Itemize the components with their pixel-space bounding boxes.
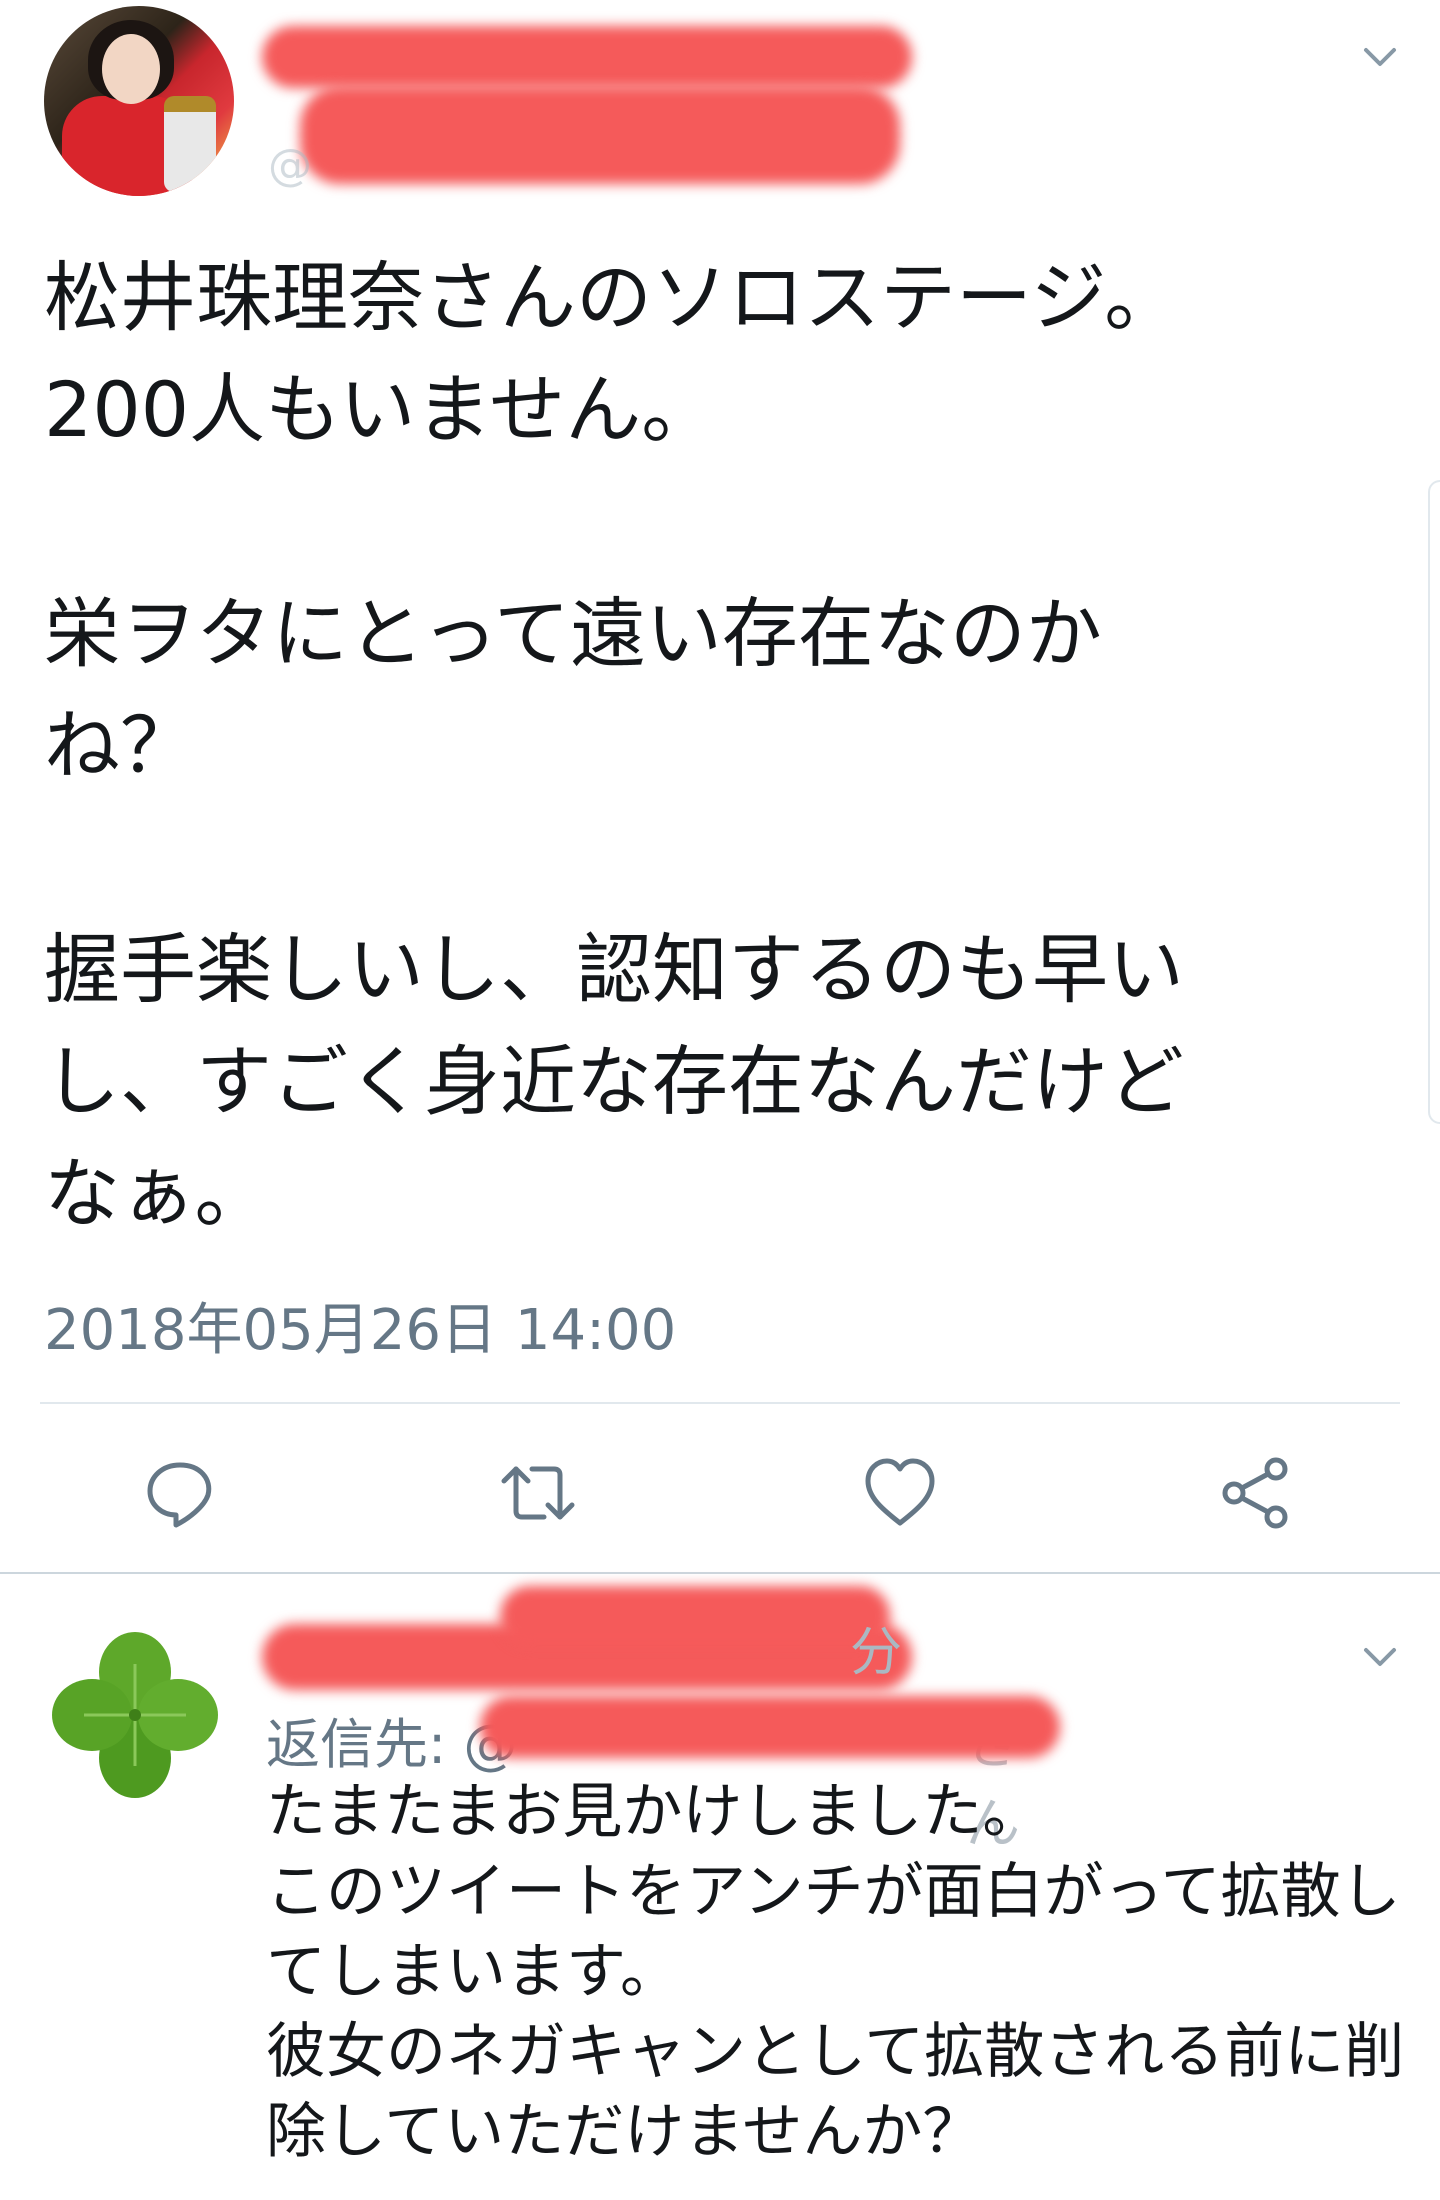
avatar-face xyxy=(102,34,160,104)
retweet-icon xyxy=(501,1466,575,1520)
clover-icon xyxy=(44,1624,226,1806)
redacted-reply-to-handle[interactable] xyxy=(480,1696,1060,1758)
reply-icon xyxy=(147,1462,212,1528)
author-handle-prefix: @ xyxy=(268,140,312,191)
reply-button[interactable] xyxy=(142,1455,218,1531)
reply-tweet: 分 返信先: @ さん たまたまお見かけしました。 このツイートをアンチが面白が… xyxy=(0,1574,1440,2200)
avatar-mascot xyxy=(164,96,216,192)
share-icon xyxy=(1222,1457,1288,1529)
tweet-text: 松井珠理奈さんのソロステージ。 200人もいません。 栄ヲタにとって遠い存在なの… xyxy=(44,253,1184,1238)
chevron-down-icon[interactable] xyxy=(1360,36,1400,76)
share-button[interactable] xyxy=(1220,1455,1296,1531)
like-button[interactable] xyxy=(862,1455,938,1531)
redacted-author-handle[interactable] xyxy=(300,86,900,184)
reply-to-line[interactable]: 返信先: @ さん xyxy=(266,1700,1020,1855)
divider xyxy=(40,1402,1400,1404)
heart-icon xyxy=(865,1458,935,1526)
reply-author-avatar[interactable] xyxy=(44,1624,226,1806)
tweet-actions xyxy=(0,1455,1440,1535)
reply-text: たまたまお見かけしました。 このツイートをアンチが面白がって拡散し てしまいます… xyxy=(266,1777,1405,2167)
redacted-author-name[interactable] xyxy=(262,26,912,88)
author-avatar[interactable] xyxy=(44,6,234,196)
scrollbar[interactable] xyxy=(1428,480,1440,1124)
tweet-timestamp[interactable]: 2018年05月26日 14:00 xyxy=(44,1285,676,1366)
retweet-button[interactable] xyxy=(500,1455,576,1531)
reply-time: 分 xyxy=(850,1623,903,1683)
redacted-reply-author-handle[interactable] xyxy=(500,1586,890,1646)
chevron-down-icon[interactable] xyxy=(1360,1636,1400,1676)
main-tweet: @ 松井珠理奈さんのソロステージ。 200人もいません。 栄ヲタにとって遠い存在… xyxy=(0,0,1440,1570)
